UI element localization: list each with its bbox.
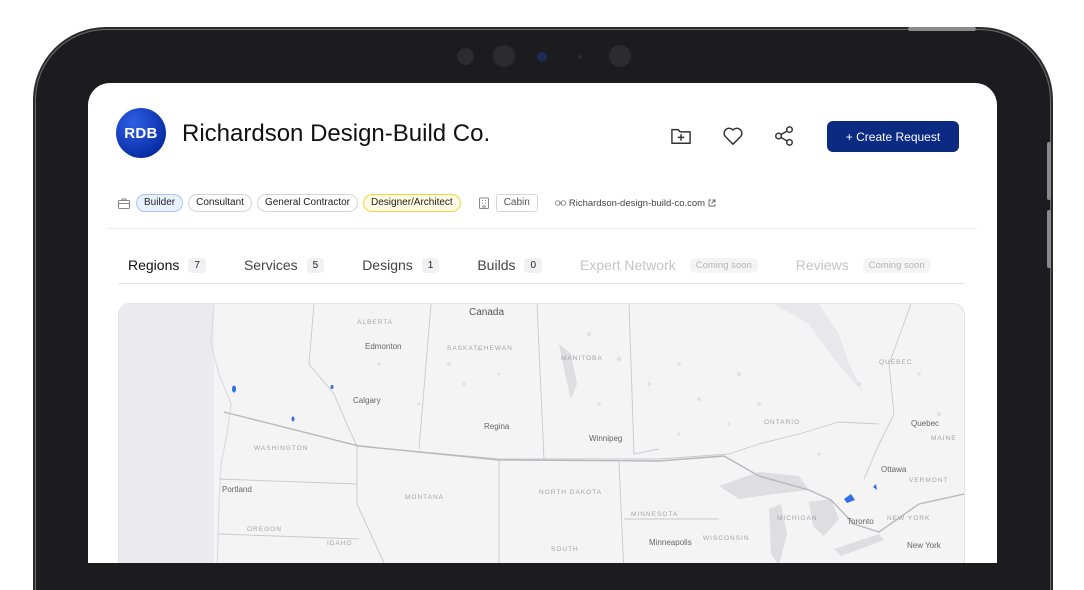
region-label: WISCONSIN [703,535,750,542]
tab-count: 0 [524,257,543,273]
map-canvas: Canada ALBERTA SASKATCHEWAN MANITOBA QUÉ… [119,304,964,563]
region-label: NEW YORK [887,515,930,522]
camera-sensor [493,45,515,67]
region-label: MAINE [931,435,957,442]
region-label: MICHIGAN [777,515,818,522]
city-label: Minneapolis [649,538,692,547]
coming-soon-badge: Coming soon [689,257,758,273]
save-to-folder-button[interactable] [668,123,694,149]
tab-label: Designs [362,257,413,273]
region-marker[interactable] [844,494,855,503]
device-volume-down [1047,210,1051,268]
region-label: WASHINGTON [254,445,308,452]
tab-label: Expert Network [580,257,676,273]
pacific-ocean [119,304,214,563]
camera-dot [578,55,582,59]
city-label: New York [907,541,942,550]
heart-icon [723,127,743,145]
camera-sensor [609,45,631,67]
tab-count: 5 [306,257,325,273]
region-label: MANITOBA [561,355,603,362]
region-label: MONTANA [405,494,444,501]
create-request-button[interactable]: + Create Request [827,121,959,152]
region-marker[interactable] [232,385,236,393]
folder-plus-icon [671,128,691,144]
company-name: Richardson Design-Build Co. [182,120,491,147]
company-avatar: RDB [116,108,166,158]
company-tags-row: Builder Consultant General Contractor De… [118,194,716,212]
tab-label: Reviews [795,257,849,273]
borders [218,304,912,563]
header-divider [108,228,977,229]
role-tag-consultant: Consultant [188,194,252,212]
city-label: Edmonton [365,342,401,351]
region-marker[interactable] [291,416,295,422]
coming-soon-badge: Coming soon [862,257,931,273]
city-label: Calgary [353,396,381,405]
camera-lens [537,52,547,62]
us-canada-border [223,411,964,533]
region-marker[interactable] [873,484,877,490]
tab-label: Services [243,257,298,273]
tab-designs[interactable]: Designs 1 [362,257,440,273]
country-label: Canada [469,307,504,318]
tab-count: 7 [188,257,206,273]
region-label: VERMONT [909,477,949,484]
link-icon [554,200,566,206]
region-label: ONTARIO [764,419,800,426]
tab-builds[interactable]: Builds 0 [477,257,543,273]
city-label: Winnipeg [589,434,622,443]
app-screen: RDB Richardson Design-Build Co. + Create… [88,83,997,563]
city-label: Ottawa [881,465,907,474]
region-label: IDAHO [327,540,353,547]
region-label: ALBERTA [357,319,393,326]
region-label: MINNESOTA [631,511,678,518]
region-label: NORTH DAKOTA [539,489,602,496]
share-button[interactable] [771,123,797,149]
device-volume-up [1047,142,1051,200]
device-top-button [908,27,976,31]
tab-expert-network: Expert Network Coming soon [580,257,758,273]
region-label: OREGON [247,526,282,533]
favorite-button[interactable] [720,123,746,149]
camera-sensor [457,48,474,65]
hudson-bay [774,304,864,394]
website-link[interactable]: Richardson-design-build-co.com [554,197,716,209]
tab-label: Regions [128,257,180,273]
region-label: SASKATCHEWAN [447,345,513,352]
lake-michigan [769,504,787,563]
tab-label: Builds [477,257,516,273]
role-tag-builder: Builder [136,194,184,212]
region-label: QUÉBEC [879,357,912,366]
tab-services[interactable]: Services 5 [243,257,325,273]
regions-map[interactable]: Canada ALBERTA SASKATCHEWAN MANITOBA QUÉ… [118,303,965,563]
city-label: Quebec [911,419,939,428]
region-label: SOUTH [551,546,579,553]
lake-winnipeg [559,344,577,399]
tab-reviews: Reviews Coming soon [796,257,931,273]
city-label: Toronto [847,517,874,526]
tabs-underline [118,283,965,284]
tab-count: 1 [421,257,440,273]
city-label: Portland [222,485,252,494]
profile-tabs: Regions 7 Services 5 Designs 1 Builds 0 … [128,257,931,273]
region-marker[interactable] [330,385,334,389]
role-tag-designer-architect: Designer/Architect [363,194,461,212]
external-link-icon [708,199,716,207]
style-tag: Cabin [495,194,538,212]
share-icon [775,126,793,146]
briefcase-icon [118,197,130,209]
city-label: Regina [484,422,510,431]
website-url: Richardson-design-build-co.com [568,197,706,209]
building-icon [478,197,490,209]
tab-regions[interactable]: Regions 7 [128,257,206,273]
lake-erie [834,534,884,556]
role-tag-general-contractor: General Contractor [256,194,358,212]
